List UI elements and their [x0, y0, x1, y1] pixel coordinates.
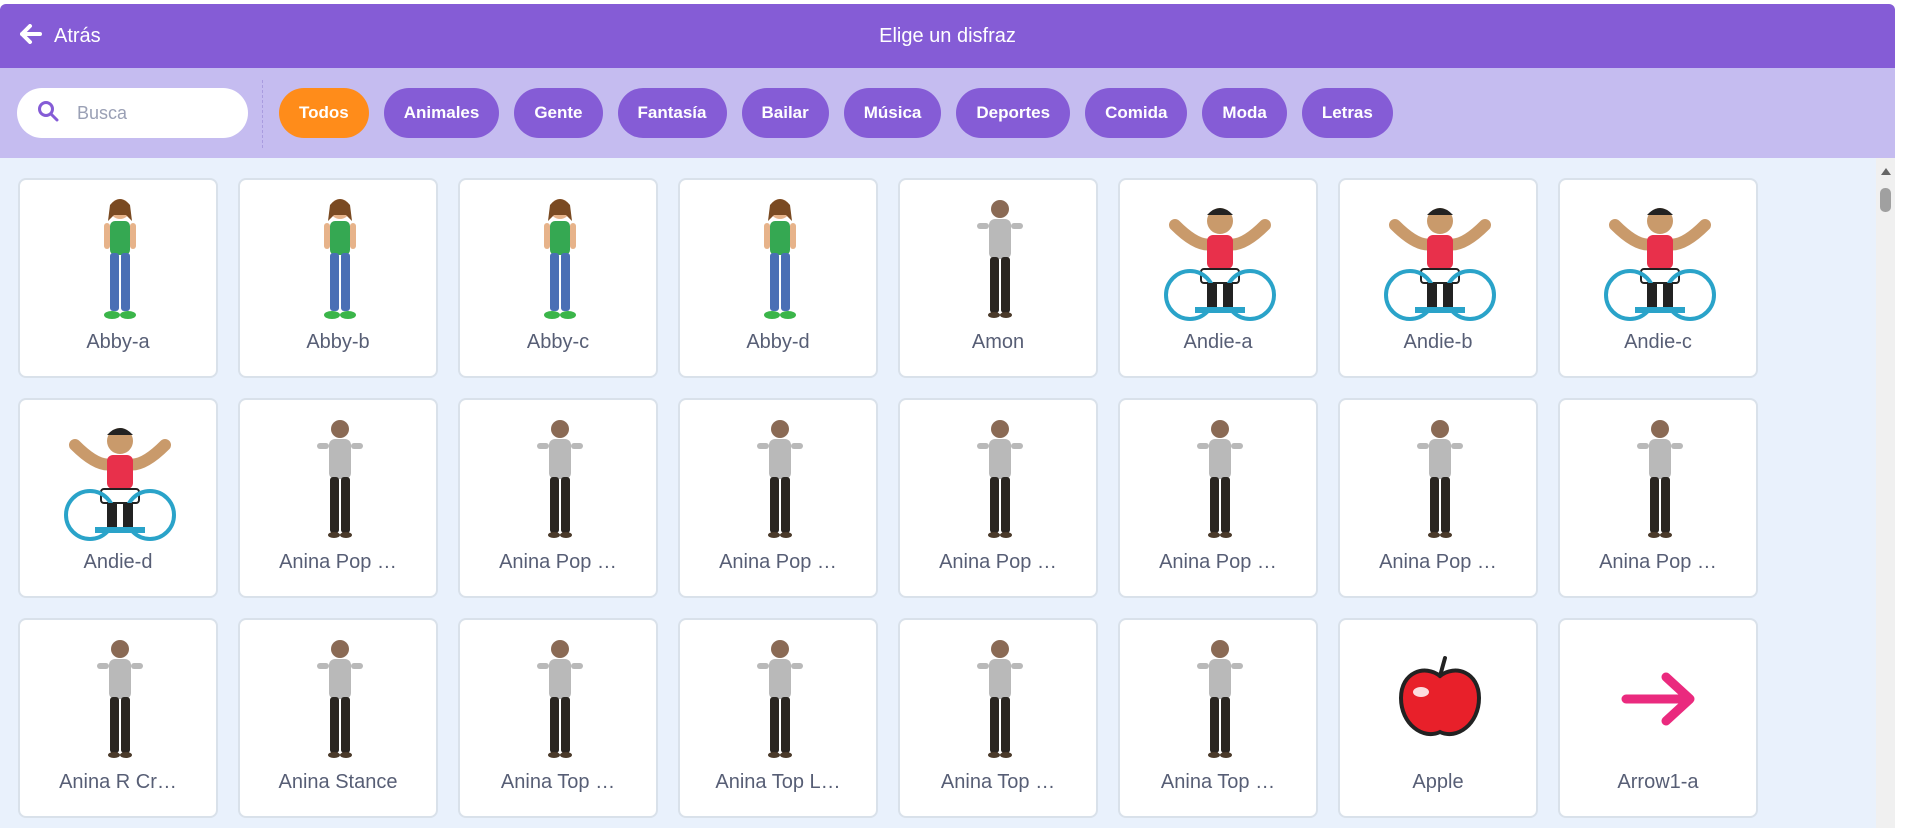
apple-icon	[1360, 634, 1520, 764]
tag-button[interactable]: Fantasía	[617, 88, 727, 138]
costume-label: Anina Top …	[500, 771, 616, 793]
modal-title: Elige un disfraz	[879, 24, 1016, 47]
girl-figure-icon	[700, 194, 860, 324]
dancer-photo-icon	[1140, 634, 1300, 764]
costume-label: Anina Top …	[1160, 771, 1276, 793]
costume-card[interactable]: Anina Pop …	[238, 398, 438, 598]
back-button[interactable]: Atrás	[20, 4, 101, 68]
costume-card[interactable]: Anina Pop …	[1118, 398, 1318, 598]
costume-label: Anina Pop …	[1599, 551, 1717, 573]
costume-card[interactable]: Anina Pop …	[1338, 398, 1538, 598]
costume-label: Anina Pop …	[939, 551, 1057, 573]
tag-button[interactable]: Moda	[1202, 88, 1287, 138]
costume-label: Andie-c	[1624, 331, 1692, 353]
costume-label: Anina Pop …	[279, 551, 397, 573]
dancer-photo-icon	[1580, 414, 1740, 544]
costume-label: Abby-b	[306, 331, 370, 353]
costume-label: Abby-c	[526, 331, 590, 353]
costume-grid: Abby-a Abby-b Abby-c Abby-d Amon Andie-a Andie…	[18, 178, 1758, 818]
costume-card[interactable]: Andie-a	[1118, 178, 1318, 378]
dancer-photo-icon	[920, 194, 1080, 324]
tag-button[interactable]: Deportes	[956, 88, 1071, 138]
dancer-photo-icon	[700, 414, 860, 544]
costume-label: Anina Pop …	[499, 551, 617, 573]
wheelchair-athlete-icon	[1580, 194, 1740, 324]
costume-card[interactable]: Amon	[898, 178, 1098, 378]
dancer-photo-icon	[480, 414, 640, 544]
dancer-photo-icon	[1140, 414, 1300, 544]
arrow-icon	[1580, 634, 1740, 764]
tag-button[interactable]: Animales	[383, 88, 500, 138]
scroll-up-arrow-icon[interactable]	[1881, 168, 1891, 175]
costume-card[interactable]: Anina Pop …	[1558, 398, 1758, 598]
costume-label: Amon	[971, 331, 1025, 353]
tag-list: Todos Animales Gente Fantasía Bailar Música De…	[279, 88, 1393, 138]
costume-card[interactable]: Apple	[1338, 618, 1538, 818]
costume-label: Anina Pop …	[1159, 551, 1277, 573]
scroll-thumb[interactable]	[1880, 188, 1891, 212]
wheelchair-athlete-icon	[1360, 194, 1520, 324]
costume-card[interactable]: Anina Pop …	[898, 398, 1098, 598]
costume-card[interactable]: Andie-d	[18, 398, 218, 598]
tag-button[interactable]: Gente	[514, 88, 603, 138]
costume-label: Abby-d	[746, 331, 810, 353]
tag-button[interactable]: Todos	[279, 88, 369, 138]
dancer-photo-icon	[700, 634, 860, 764]
costume-card[interactable]: Andie-c	[1558, 178, 1758, 378]
costume-label: Anina Top L…	[715, 771, 841, 793]
costume-card[interactable]: Anina Pop …	[678, 398, 878, 598]
costume-label: Andie-a	[1183, 331, 1253, 353]
costume-card[interactable]: Anina Top …	[458, 618, 658, 818]
costume-label: Anina Pop …	[1379, 551, 1497, 573]
costume-label: Andie-d	[83, 551, 153, 573]
girl-figure-icon	[260, 194, 420, 324]
dancer-photo-icon	[260, 414, 420, 544]
modal-header: Atrás Elige un disfraz	[0, 4, 1895, 68]
tag-button[interactable]: Letras	[1301, 88, 1393, 138]
costume-label: Anina Stance	[278, 771, 398, 793]
costume-label: Andie-b	[1403, 331, 1473, 353]
wheelchair-athlete-icon	[40, 414, 200, 544]
girl-figure-icon	[480, 194, 640, 324]
girl-figure-icon	[40, 194, 200, 324]
costume-card[interactable]: Abby-d	[678, 178, 878, 378]
dancer-photo-icon	[480, 634, 640, 764]
filter-divider	[262, 80, 263, 148]
costume-label: Arrow1-a	[1617, 771, 1699, 793]
dancer-photo-icon	[920, 414, 1080, 544]
costume-card[interactable]: Anina R Cr…	[18, 618, 218, 818]
back-arrow-icon	[20, 23, 42, 49]
costume-card[interactable]: Anina Top …	[898, 618, 1098, 818]
costume-card[interactable]: Andie-b	[1338, 178, 1538, 378]
dancer-photo-icon	[1360, 414, 1520, 544]
costume-library-modal: Atrás Elige un disfraz Todos Animales Gent…	[0, 4, 1895, 828]
wheelchair-athlete-icon	[1140, 194, 1300, 324]
dancer-photo-icon	[40, 634, 200, 764]
costume-card[interactable]: Abby-c	[458, 178, 658, 378]
costume-card[interactable]: Abby-b	[238, 178, 438, 378]
costume-card[interactable]: Arrow1-a	[1558, 618, 1758, 818]
dancer-photo-icon	[920, 634, 1080, 764]
costume-card[interactable]: Anina Top …	[1118, 618, 1318, 818]
costume-card[interactable]: Anina Stance	[238, 618, 438, 818]
costume-card[interactable]: Anina Pop …	[458, 398, 658, 598]
back-label: Atrás	[54, 24, 101, 47]
costume-label: Abby-a	[86, 331, 150, 353]
costume-label: Anina R Cr…	[59, 771, 177, 793]
costume-card[interactable]: Abby-a	[18, 178, 218, 378]
filter-bar: Todos Animales Gente Fantasía Bailar Música De…	[0, 68, 1895, 158]
costume-label: Anina Pop …	[719, 551, 837, 573]
search-input[interactable]	[77, 102, 217, 124]
search-icon	[37, 100, 59, 127]
tag-button[interactable]: Comida	[1085, 88, 1188, 138]
scrollbar[interactable]	[1876, 158, 1895, 828]
search-box[interactable]	[17, 88, 248, 138]
costume-label: Apple	[1412, 771, 1464, 793]
dancer-photo-icon	[260, 634, 420, 764]
tag-button[interactable]: Bailar	[741, 88, 829, 138]
tag-button[interactable]: Música	[843, 88, 942, 138]
costume-card[interactable]: Anina Top L…	[678, 618, 878, 818]
costume-label: Anina Top …	[940, 771, 1056, 793]
